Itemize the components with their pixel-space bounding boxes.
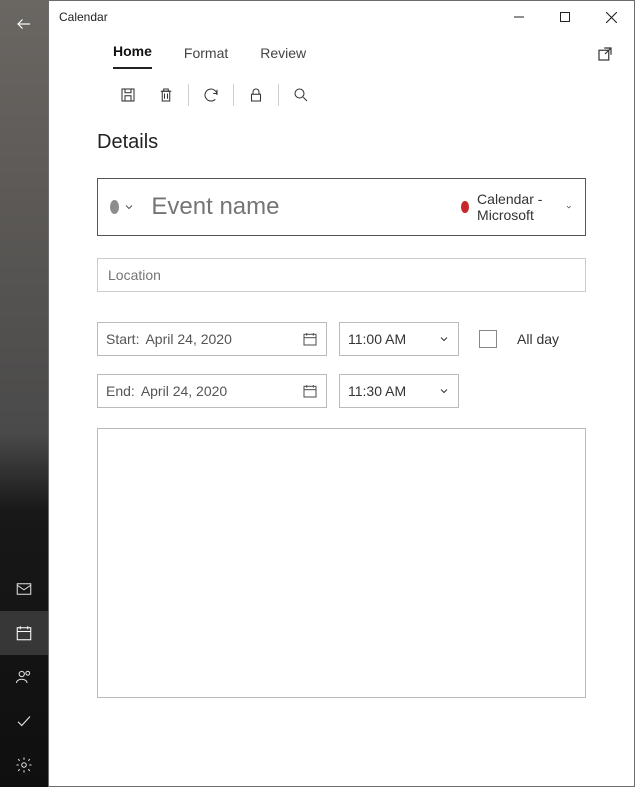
tab-format[interactable]: Format	[184, 45, 228, 69]
ribbon-tabs: Home Format Review	[49, 33, 634, 69]
content-area: Details Calendar - Microsoft Start: Apri…	[49, 121, 634, 718]
event-name-bar: Calendar - Microsoft	[97, 178, 586, 236]
private-button[interactable]	[237, 79, 275, 111]
toolbar-divider	[233, 84, 234, 106]
titlebar: Calendar	[49, 1, 634, 33]
window-title: Calendar	[59, 10, 496, 24]
chevron-down-icon	[565, 201, 573, 213]
start-date-value: April 24, 2020	[145, 331, 302, 347]
toolbar	[49, 69, 634, 121]
start-date-picker[interactable]: Start: April 24, 2020	[97, 322, 327, 356]
todo-nav[interactable]	[0, 699, 48, 743]
save-button[interactable]	[109, 79, 147, 111]
location-input[interactable]	[97, 258, 586, 292]
end-date-value: April 24, 2020	[141, 383, 302, 399]
toolbar-divider	[188, 84, 189, 106]
main-window: Calendar Home Format Review	[48, 0, 635, 787]
tab-review[interactable]: Review	[260, 45, 306, 69]
description-textarea[interactable]	[97, 428, 586, 698]
minimize-button[interactable]	[496, 1, 542, 33]
app-sidebar	[0, 0, 48, 787]
end-time-value: 11:30 AM	[348, 383, 438, 399]
calendar-label: Calendar - Microsoft	[477, 191, 557, 223]
chevron-down-icon	[438, 333, 450, 345]
event-name-input[interactable]	[151, 193, 461, 221]
search-button[interactable]	[282, 79, 320, 111]
start-row: Start: April 24, 2020 11:00 AM All day	[97, 322, 586, 356]
calendar-nav[interactable]	[0, 611, 48, 655]
settings-nav[interactable]	[0, 743, 48, 787]
end-label: End:	[106, 383, 135, 399]
end-row: End: April 24, 2020 11:30 AM	[97, 374, 586, 408]
toolbar-divider	[278, 84, 279, 106]
end-time-picker[interactable]: 11:30 AM	[339, 374, 459, 408]
people-nav[interactable]	[0, 655, 48, 699]
chevron-down-icon	[438, 385, 450, 397]
mail-nav[interactable]	[0, 567, 48, 611]
all-day-checkbox[interactable]	[479, 330, 497, 348]
tab-home[interactable]: Home	[113, 43, 152, 69]
back-button[interactable]	[0, 0, 48, 48]
event-category-dot[interactable]	[110, 200, 119, 214]
category-dropdown-icon[interactable]	[123, 201, 135, 213]
open-new-window-button[interactable]	[596, 45, 614, 69]
refresh-button[interactable]	[192, 79, 230, 111]
end-date-picker[interactable]: End: April 24, 2020	[97, 374, 327, 408]
calendar-icon	[302, 331, 318, 347]
start-time-picker[interactable]: 11:00 AM	[339, 322, 459, 356]
calendar-selector[interactable]: Calendar - Microsoft	[461, 191, 573, 223]
all-day-label: All day	[517, 331, 559, 347]
start-label: Start:	[106, 331, 139, 347]
section-heading-details: Details	[97, 131, 586, 154]
maximize-button[interactable]	[542, 1, 588, 33]
start-time-value: 11:00 AM	[348, 331, 438, 347]
calendar-icon	[302, 383, 318, 399]
calendar-color-dot	[461, 201, 469, 213]
close-button[interactable]	[588, 1, 634, 33]
delete-button[interactable]	[147, 79, 185, 111]
